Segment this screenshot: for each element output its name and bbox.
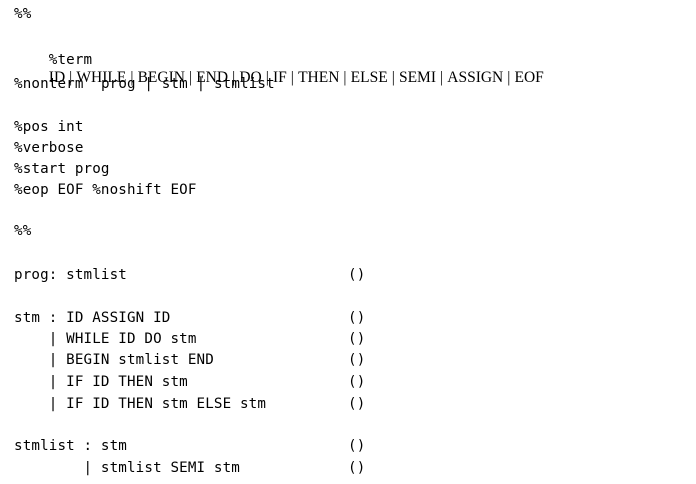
rule-action: () bbox=[348, 310, 366, 326]
rule-action: () bbox=[348, 331, 366, 347]
rule-line: | IF ID THEN stm ELSE stm bbox=[14, 395, 266, 413]
pos-directive: %pos int bbox=[14, 119, 84, 135]
rule-production: | BEGIN stmlist END bbox=[14, 352, 214, 368]
rule-line: stm : ID ASSIGN ID bbox=[14, 309, 170, 327]
rule-line: | WHILE ID DO stm bbox=[14, 330, 197, 348]
nonterm-directive: %nonterm bbox=[14, 76, 84, 92]
eop-directive: %eop EOF %noshift EOF bbox=[14, 182, 197, 198]
nonterm-symbol: prog bbox=[100, 76, 136, 92]
rule-production: | WHILE ID DO stm bbox=[14, 331, 197, 347]
rule-line: stmlist : stm bbox=[14, 437, 127, 455]
rule-production: | IF ID THEN stm ELSE stm bbox=[14, 396, 267, 412]
verbose-directive: %verbose bbox=[14, 140, 84, 156]
start-directive: %start prog bbox=[14, 161, 110, 177]
term-token: EOF bbox=[514, 69, 544, 86]
term-separator: | bbox=[507, 69, 511, 86]
rule-action: () bbox=[348, 460, 366, 476]
rule-production: stmlist : stm bbox=[14, 438, 127, 454]
rule-production: | stmlist SEMI stm bbox=[14, 460, 240, 476]
nonterm-symbol: stmlist bbox=[213, 76, 275, 92]
term-separator: | bbox=[391, 69, 395, 86]
rule-action: () bbox=[348, 352, 366, 368]
rule-action: () bbox=[348, 438, 366, 454]
term-separator: | bbox=[290, 69, 295, 86]
section-separator: %% bbox=[14, 223, 32, 239]
rule-line: prog: stmlist bbox=[14, 266, 127, 284]
term-token: ASSIGN bbox=[447, 69, 504, 86]
rule-line: | stmlist SEMI stm bbox=[14, 459, 240, 477]
rule-action: () bbox=[348, 396, 366, 412]
grammar-listing: %% %term ID | WHILE | BEGIN | END | DO | IF | THEN | E… bbox=[0, 0, 696, 484]
term-separator: | bbox=[343, 69, 347, 86]
term-token: IF bbox=[273, 69, 287, 86]
section-separator: %% bbox=[14, 6, 32, 22]
term-token: SEMI bbox=[398, 69, 436, 86]
term-token: THEN bbox=[298, 69, 340, 86]
rule-line: | BEGIN stmlist END bbox=[14, 351, 214, 369]
rule-production: prog: stmlist bbox=[14, 267, 127, 283]
rule-action: () bbox=[348, 267, 366, 283]
term-declaration-line: %term ID | WHILE | BEGIN | END | DO | IF | THEN | ELSE… bbox=[14, 33, 544, 86]
term-separator: | bbox=[440, 69, 444, 86]
term-token: ELSE bbox=[350, 69, 388, 86]
rule-action: () bbox=[348, 374, 366, 390]
rule-production: stm : ID ASSIGN ID bbox=[14, 310, 171, 326]
rule-line: | IF ID THEN stm bbox=[14, 373, 188, 391]
nonterm-declaration-line: %nonterm prog | stm | stmlist bbox=[14, 76, 275, 92]
rule-production: | IF ID THEN stm bbox=[14, 374, 188, 390]
nonterm-symbol: stm bbox=[161, 76, 188, 92]
term-directive: %term bbox=[48, 52, 93, 68]
